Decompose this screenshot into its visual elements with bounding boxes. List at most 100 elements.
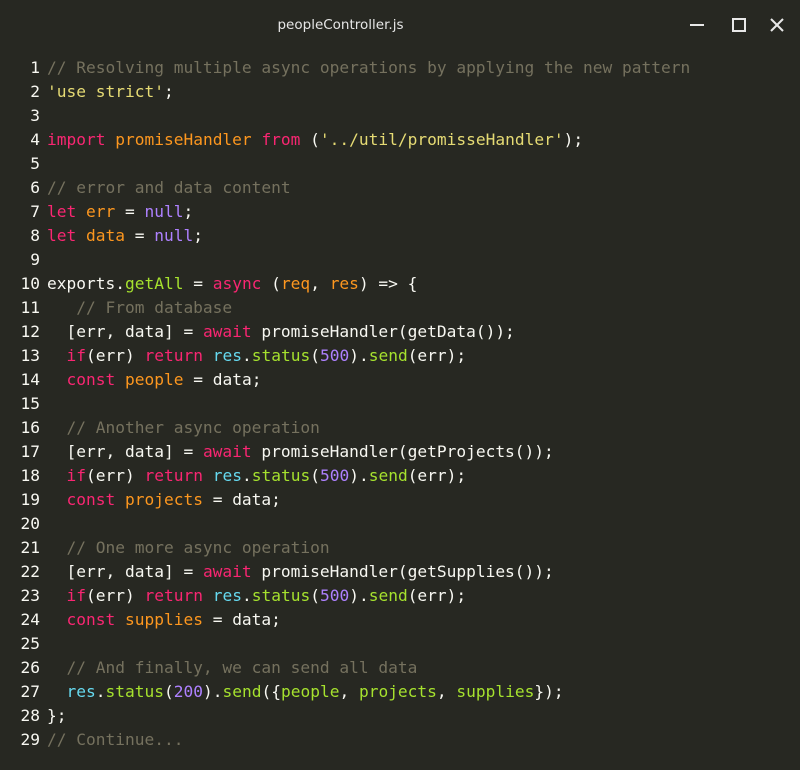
code-token: // Continue... <box>47 730 184 749</box>
line-number: 9 <box>30 250 40 269</box>
code-token: ( <box>300 130 320 149</box>
line-number: 19 <box>20 490 41 509</box>
code-token: projects <box>124 490 203 509</box>
code-token: res <box>66 682 96 701</box>
code-token: // One more async operation <box>47 538 330 557</box>
code-token: res <box>212 346 242 365</box>
code-token: people <box>280 682 340 701</box>
editor-window: peopleController.js 1 // Resolving multip… <box>0 0 800 770</box>
code-token: err <box>86 202 116 221</box>
code-line[interactable]: 3 <box>0 104 800 128</box>
code-text: res.status(200).send({people, projects, … <box>47 680 564 704</box>
code-line[interactable]: 26 // And finally, we can send all data <box>0 656 800 680</box>
code-text: // Another async operation <box>47 416 319 440</box>
code-line[interactable]: 19 const projects = data; <box>0 488 800 512</box>
minimize-icon <box>690 24 704 26</box>
code-token: status <box>251 466 311 485</box>
code-token: , <box>436 682 457 701</box>
line-number: 11 <box>20 298 41 317</box>
code-token: await <box>202 562 252 581</box>
code-line[interactable]: 18 if(err) return res.status(500).send(e… <box>0 464 800 488</box>
code-token: res <box>329 274 359 293</box>
code-line[interactable]: 17 [err, data] = await promiseHandler(ge… <box>0 440 800 464</box>
code-token: (err) <box>86 466 145 485</box>
code-token: if <box>66 466 87 485</box>
code-line[interactable]: 5 <box>0 152 800 176</box>
code-token: return <box>144 346 203 365</box>
code-token: const <box>66 490 116 509</box>
code-token: if <box>66 346 87 365</box>
line-number: 12 <box>20 322 41 341</box>
close-icon <box>770 18 784 32</box>
code-text: // One more async operation <box>47 536 330 560</box>
code-line[interactable]: 21 // One more async operation <box>0 536 800 560</box>
line-number: 3 <box>30 106 40 125</box>
code-token: promiseHandler(getProjects()); <box>251 442 554 461</box>
code-line[interactable]: 25 <box>0 632 800 656</box>
code-line[interactable]: 8 let data = null; <box>0 224 800 248</box>
code-text: const supplies = data; <box>47 608 281 632</box>
code-token: ( <box>310 586 320 605</box>
code-token: import <box>47 130 106 149</box>
line-number: 6 <box>30 178 40 197</box>
code-token: }; <box>47 706 67 725</box>
code-line[interactable]: 16 // Another async operation <box>0 416 800 440</box>
code-line[interactable]: 14 const people = data; <box>0 368 800 392</box>
code-token: // error and data content <box>47 178 291 197</box>
close-button[interactable] <box>764 12 790 38</box>
code-token: ). <box>349 346 369 365</box>
code-token: from <box>261 130 301 149</box>
code-line[interactable]: 2 'use strict'; <box>0 80 800 104</box>
code-token: return <box>144 466 203 485</box>
window-title: peopleController.js <box>277 17 404 33</box>
code-token: ; <box>193 226 203 245</box>
code-line[interactable]: 13 if(err) return res.status(500).send(e… <box>0 344 800 368</box>
code-token: status <box>251 346 311 365</box>
minimize-button[interactable] <box>684 12 710 38</box>
code-line[interactable]: 28}; <box>0 704 800 728</box>
maximize-button[interactable] <box>726 12 752 38</box>
title-bar[interactable]: peopleController.js <box>0 0 800 50</box>
code-text: [err, data] = await promiseHandler(getSu… <box>47 560 553 584</box>
line-number: 10 <box>20 274 41 293</box>
code-line[interactable]: 9 <box>0 248 800 272</box>
code-token: . <box>241 586 252 605</box>
code-line[interactable]: 24 const supplies = data; <box>0 608 800 632</box>
code-text: [err, data] = await promiseHandler(getDa… <box>47 320 514 344</box>
code-line[interactable]: 27 res.status(200).send({people, project… <box>0 680 800 704</box>
code-token: = data; <box>202 490 281 509</box>
code-text: [err, data] = await promiseHandler(getPr… <box>47 440 554 464</box>
code-token: = <box>124 226 155 245</box>
code-line[interactable]: 7 let err = null; <box>0 200 800 224</box>
line-number: 15 <box>20 394 41 413</box>
code-line[interactable]: 15 <box>0 392 800 416</box>
code-line[interactable]: 22 [err, data] = await promiseHandler(ge… <box>0 560 800 584</box>
code-line[interactable]: 20 <box>0 512 800 536</box>
code-token: data <box>86 226 125 245</box>
code-token: ( <box>261 274 281 293</box>
code-token: . <box>241 466 252 485</box>
code-editor[interactable]: 1 // Resolving multiple async operations … <box>0 56 800 752</box>
code-line[interactable]: 6 // error and data content <box>0 176 800 200</box>
code-line[interactable]: 29 // Continue... <box>0 728 800 752</box>
code-token: 500 <box>319 586 350 605</box>
code-token: (err); <box>407 586 467 605</box>
code-line[interactable]: 23 if(err) return res.status(500).send(e… <box>0 584 800 608</box>
code-line[interactable]: 11 // From database <box>0 296 800 320</box>
code-line[interactable]: 4 import promiseHandler from ('../util/pr… <box>0 128 800 152</box>
code-token: ({ <box>261 682 281 701</box>
code-line[interactable]: 12 [err, data] = await promiseHandler(ge… <box>0 320 800 344</box>
code-token: people <box>124 370 184 389</box>
code-line[interactable]: 1 // Resolving multiple async operations … <box>0 56 800 80</box>
code-token: (err); <box>407 466 467 485</box>
code-line[interactable]: 10 exports.getAll = async (req, res) => { <box>0 272 800 296</box>
code-text: let data = null; <box>47 224 203 248</box>
code-token: send <box>222 682 262 701</box>
code-token: ( <box>310 466 320 485</box>
